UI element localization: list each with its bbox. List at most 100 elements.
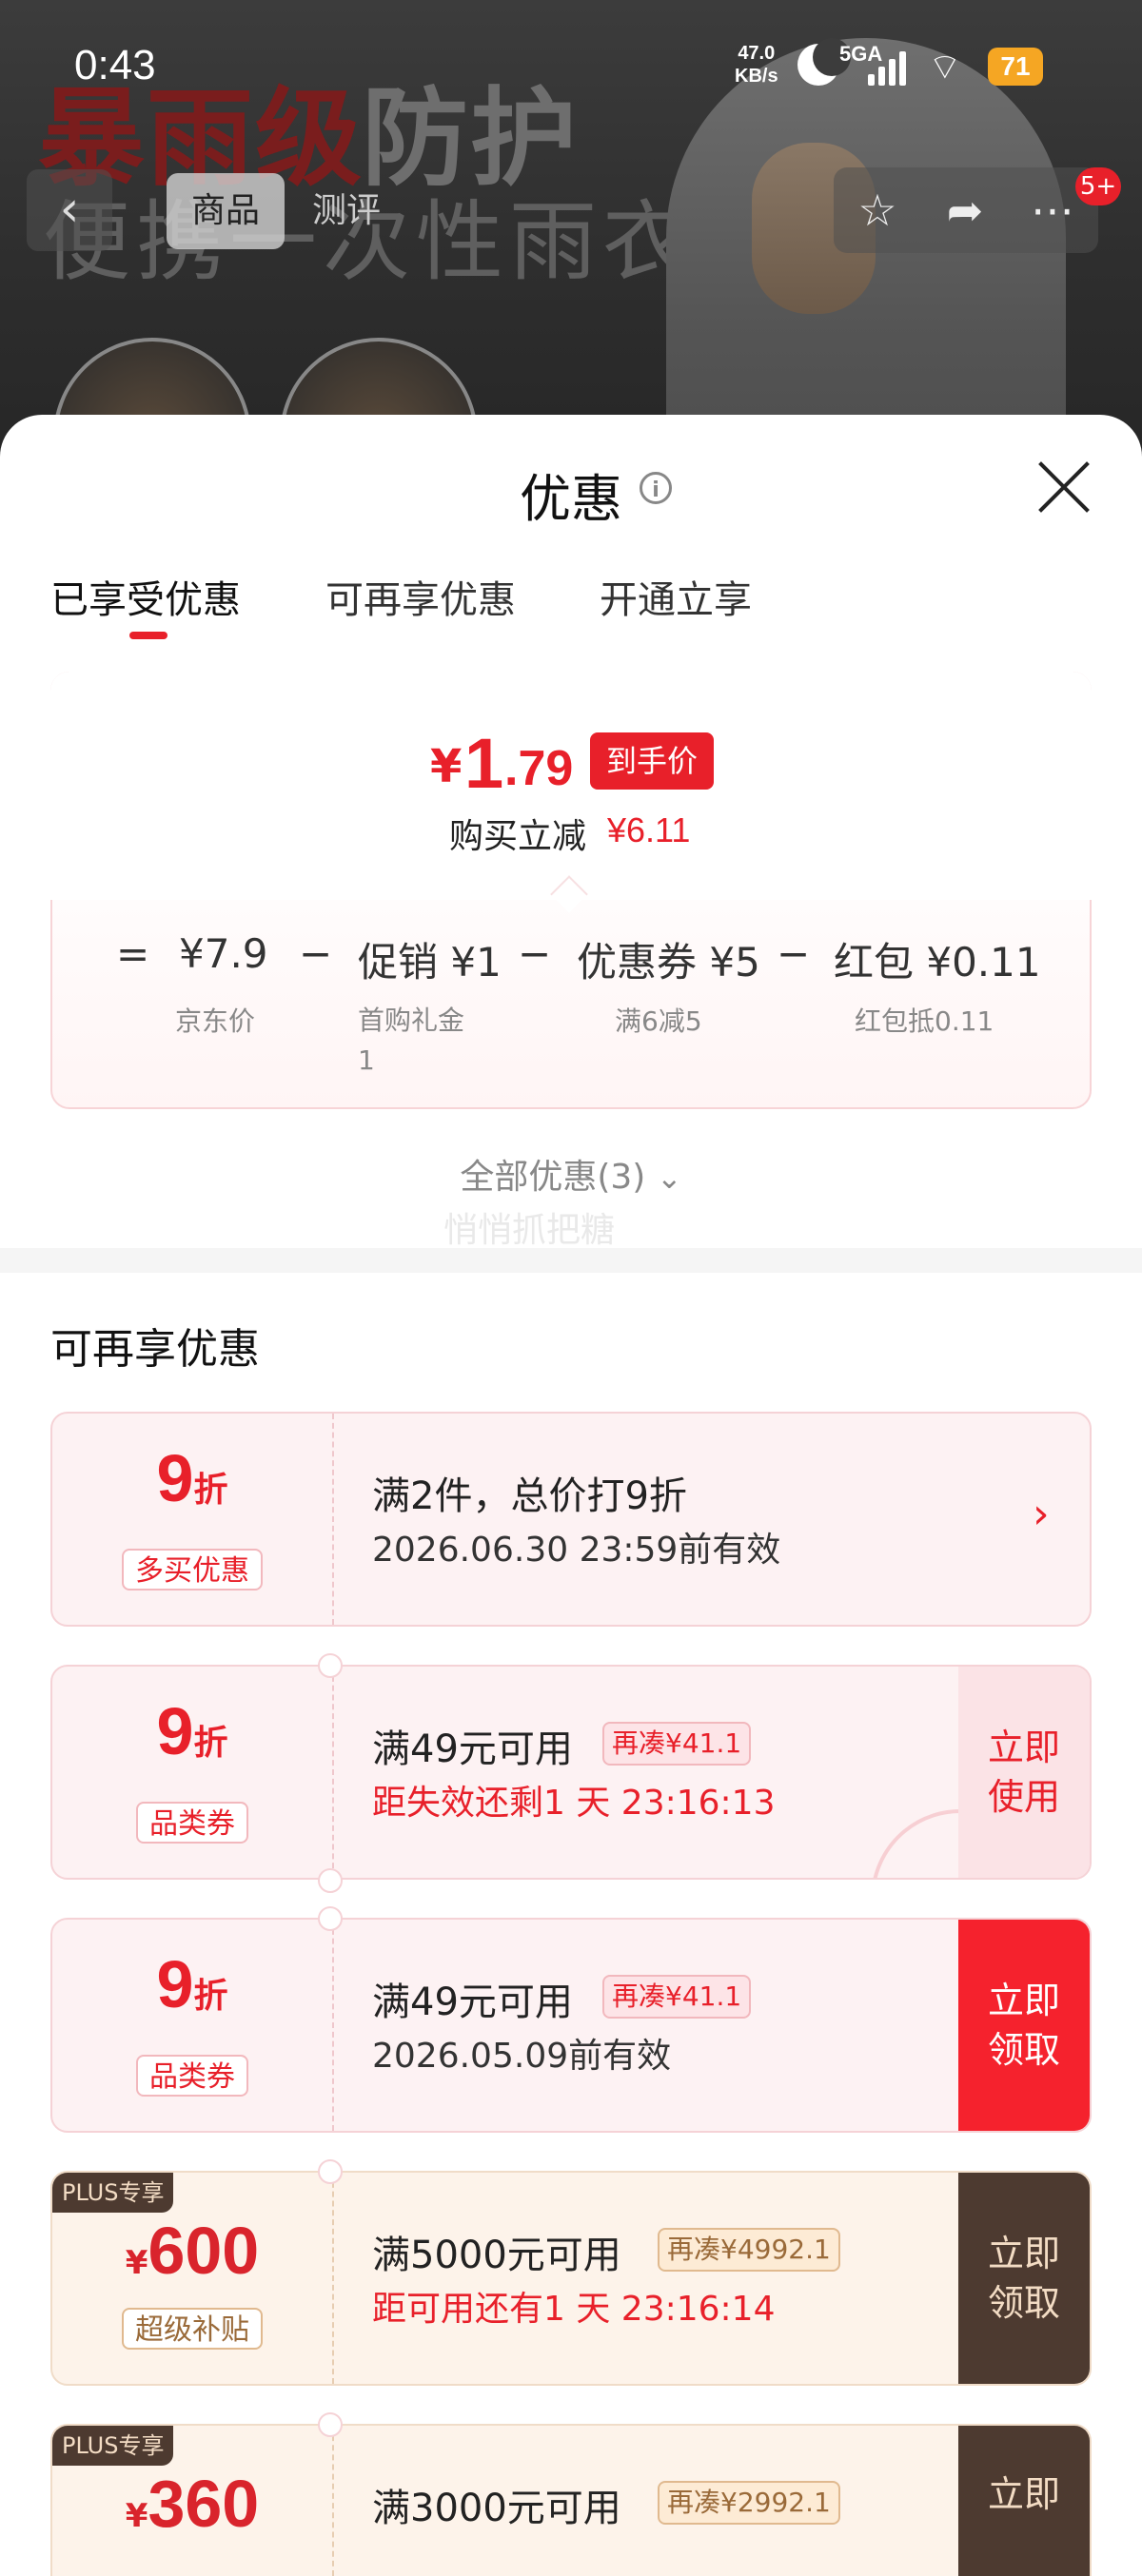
plus-exclusive-badge: PLUS专享 <box>52 2173 174 2213</box>
coupon-value-number: 600 <box>148 2214 260 2288</box>
coupon-validity: 2026.06.30 23:59前有效 <box>372 1531 781 1570</box>
coupon-value: ¥600 <box>52 2213 332 2289</box>
coupon-divider <box>332 1920 334 2131</box>
coupon-divider <box>332 1414 334 1625</box>
network-speed: 47.0 KB/s <box>735 42 778 88</box>
final-price-decimal: .79 <box>504 741 574 796</box>
final-price-currency: ¥ <box>430 740 463 793</box>
coupon-value-unit: 折 <box>193 1977 228 2016</box>
coupon-divider <box>332 1667 334 1878</box>
coupon-value: 9折 <box>52 1693 332 1769</box>
sheet-title: 优惠 <box>520 469 622 529</box>
calc-promo: 促销 ¥1 <box>358 939 502 986</box>
nav-actions-group: ☆ ➦ ⋯ <box>834 167 1098 253</box>
coupon-value-number: 360 <box>148 2467 260 2541</box>
network-speed-value: 47.0 <box>738 43 776 64</box>
coupon-topup-chip: 再凑¥41.1 <box>602 1975 752 2019</box>
tab-product[interactable]: 商品 <box>167 173 285 249</box>
info-icon[interactable]: i <box>640 472 672 504</box>
claim-now-button[interactable]: 立即 领取 <box>958 1920 1090 2131</box>
ticket-hole <box>318 2412 343 2437</box>
ticket-hole <box>318 1906 343 1931</box>
coupon-card-plus-360[interactable]: PLUS专享 ¥360 满3000元可用 再凑¥2992.1 立即 <box>50 2424 1092 2576</box>
coupon-type-badge: 品类券 <box>136 1802 248 1844</box>
coupon-title: 满3000元可用 <box>372 2487 621 2530</box>
calc-jd-price-label: 京东价 <box>175 1005 256 1037</box>
calc-promo-label: 首购礼金 1 <box>358 1005 465 1076</box>
coupon-divider <box>332 2173 334 2384</box>
watermark-text: 悄悄抓把糖 <box>443 1211 616 1250</box>
tab-enjoyed-offers[interactable]: 已享受优惠 <box>50 569 241 624</box>
coupon-value: 9折 <box>52 1946 332 2022</box>
reduce-label: 购买立减 <box>449 817 587 856</box>
close-icon[interactable] <box>1034 457 1094 517</box>
final-price-tag: 到手价 <box>590 732 714 790</box>
coupon-countdown: 距可用还有1 天 23:16:14 <box>372 2290 776 2329</box>
tab-more-offers[interactable]: 可再享优惠 <box>325 569 516 624</box>
coupon-topup-chip: 再凑¥41.1 <box>602 1722 752 1766</box>
reduce-value: ¥6.11 <box>607 810 691 849</box>
ticket-hole <box>318 1653 343 1678</box>
coupon-currency: ¥ <box>125 2244 148 2282</box>
calc-redpacket: 红包 ¥0.11 <box>834 939 1041 986</box>
share-icon[interactable]: ➦ <box>921 167 1009 253</box>
all-offers-label: 全部优惠(3) <box>460 1158 646 1197</box>
coupon-value-unit: 折 <box>193 1471 228 1510</box>
tab-review[interactable]: 测评 <box>312 173 381 249</box>
active-tab-indicator <box>129 632 167 639</box>
coupon-divider <box>332 2426 334 2576</box>
coupon-card-plus-600[interactable]: PLUS专享 ¥600 超级补贴 满5000元可用 再凑¥4992.1 距可用还… <box>50 2171 1092 2386</box>
network-speed-unit: KB/s <box>735 66 778 87</box>
favorite-star-icon[interactable]: ☆ <box>834 167 921 253</box>
claim-now-button[interactable]: 立即 领取 <box>958 2173 1090 2384</box>
coupon-title: 满49元可用 <box>372 1727 573 1771</box>
section-title-more-offers: 可再享优惠 <box>50 1325 260 1374</box>
tab-activate-offers[interactable]: 开通立享 <box>600 569 752 624</box>
calc-coupon: 优惠券 ¥5 <box>577 939 760 986</box>
calc-jd-price: ¥7.9 <box>179 930 268 977</box>
coupon-value-number: 9 <box>156 1694 194 1768</box>
battery-icon: 71 <box>988 48 1043 86</box>
use-now-button[interactable]: 立即 使用 <box>958 1667 1090 1878</box>
coupon-topup-chip: 再凑¥2992.1 <box>658 2481 840 2525</box>
status-time: 0:43 <box>74 42 156 88</box>
all-offers-toggle[interactable]: 全部优惠(3) ⌄ <box>0 1149 1142 1199</box>
wifi-icon: ⌔ <box>928 46 962 88</box>
coupon-topup-chip: 再凑¥4992.1 <box>658 2228 840 2272</box>
chevron-down-icon: ⌄ <box>656 1160 682 1196</box>
coupon-card-category-use[interactable]: 9折 品类券 满49元可用 再凑¥41.1 距失效还剩1 天 23:16:13 … <box>50 1665 1092 1880</box>
ticket-hole <box>318 1868 343 1893</box>
coupon-card-category-claim[interactable]: 9折 品类券 满49元可用 再凑¥41.1 2026.05.09前有效 立即 领… <box>50 1918 1092 2133</box>
coupon-value-number: 9 <box>156 1947 194 2021</box>
calc-op-minus-2: − <box>518 930 552 977</box>
final-price-integer: 1 <box>464 724 504 803</box>
calc-op-minus-1: − <box>299 930 333 977</box>
coupon-value: ¥360 <box>52 2466 332 2542</box>
coupon-currency: ¥ <box>125 2497 148 2535</box>
coupon-countdown: 距失效还剩1 天 23:16:13 <box>372 1784 776 1823</box>
calc-redpacket-label: 红包抵0.11 <box>855 1005 994 1037</box>
coupon-type-badge: 超级补贴 <box>122 2308 263 2350</box>
calc-coupon-label: 满6减5 <box>615 1005 702 1037</box>
signal-bars-icon <box>868 48 914 86</box>
chevron-right-icon[interactable]: › <box>1033 1490 1050 1538</box>
coupon-title: 满49元可用 <box>372 1981 573 2024</box>
coupon-title: 满2件，总价打9折 <box>372 1474 687 1518</box>
calc-op-equals: = <box>116 930 150 977</box>
plus-exclusive-badge: PLUS专享 <box>52 2426 174 2466</box>
ticket-hole <box>318 2159 343 2184</box>
coupon-value: 9折 <box>52 1440 332 1516</box>
coupon-title: 满5000元可用 <box>372 2234 621 2277</box>
calc-op-minus-3: − <box>777 930 811 977</box>
section-divider <box>0 1248 1142 1273</box>
claim-now-button[interactable]: 立即 <box>958 2426 1090 2576</box>
status-bar: 0:43 47.0 KB/s 5GA ⌔ 71 <box>0 0 1142 133</box>
coupon-card-multibuy[interactable]: 9折 多买优惠 满2件，总价打9折 2026.06.30 23:59前有效 › <box>50 1412 1092 1627</box>
coupon-value-number: 9 <box>156 1441 194 1515</box>
message-count-badge: 5+ <box>1075 167 1121 205</box>
coupon-type-badge: 多买优惠 <box>122 1549 263 1590</box>
coupon-value-unit: 折 <box>193 1724 228 1763</box>
coupon-type-badge: 品类券 <box>136 2055 248 2097</box>
coupon-validity: 2026.05.09前有效 <box>372 2037 672 2076</box>
back-button[interactable]: ‹ <box>27 169 112 251</box>
